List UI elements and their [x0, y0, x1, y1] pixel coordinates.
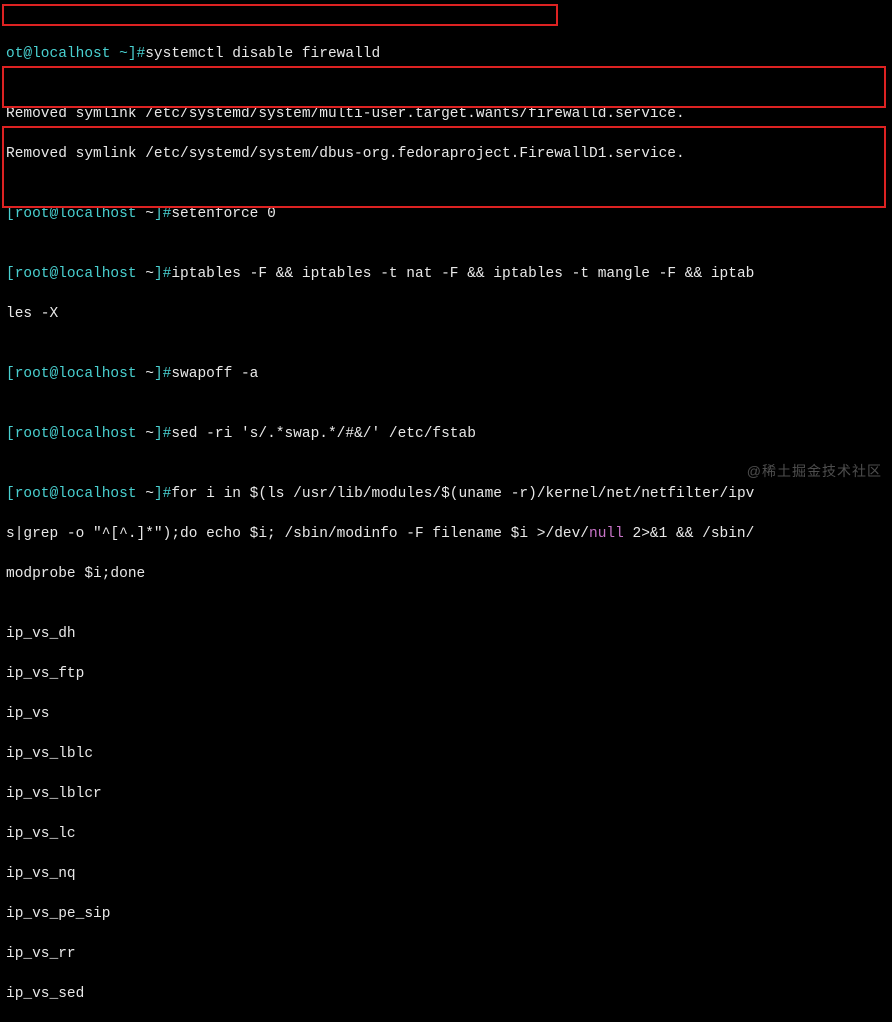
output-line: ip_vs_pe_sip [6, 906, 110, 922]
terminal-output[interactable]: ot@localhost ~]#systemctl disable firewa… [6, 4, 886, 1022]
prompt-fragment: ot@localhost ~]# [6, 46, 145, 62]
prompt: [root@localhost ~]# [6, 426, 171, 442]
output-line: ip_vs_lblcr [6, 786, 102, 802]
output-line: ip_vs_lblc [6, 746, 93, 762]
output-line: ip_vs_lc [6, 826, 76, 842]
command-text: sed -ri 's/.*swap.*/#&/' /etc/fstab [171, 426, 476, 442]
command-text: iptables -F && iptables -t nat -F && ipt… [171, 266, 754, 282]
output-line: ip_vs_dh [6, 626, 76, 642]
watermark: @稀土掘金技术社区 [747, 461, 882, 481]
command-text: for i in $(ls /usr/lib/modules/$(uname -… [171, 486, 754, 502]
output-line: ip_vs_ftp [6, 666, 84, 682]
command-text: les -X [6, 306, 58, 322]
output-line: Removed symlink /etc/systemd/system/mult… [6, 106, 685, 122]
output-line: ip_vs_nq [6, 866, 76, 882]
command-text: systemctl disable firewalld [145, 46, 380, 62]
keyword-null: null [589, 526, 624, 542]
command-text: s|grep -o "^[^.]*");do echo $i; /sbin/mo… [6, 526, 754, 542]
output-line: ip_vs_rr [6, 946, 76, 962]
prompt: [root@localhost ~]# [6, 366, 171, 382]
prompt: [root@localhost ~]# [6, 206, 171, 222]
output-line: Removed symlink /etc/systemd/system/dbus… [6, 146, 685, 162]
command-text: swapoff -a [171, 366, 258, 382]
command-text: modprobe $i;done [6, 566, 145, 582]
command-text: setenforce 0 [171, 206, 275, 222]
prompt: [root@localhost ~]# [6, 266, 171, 282]
prompt: [root@localhost ~]# [6, 486, 171, 502]
output-line: ip_vs [6, 706, 50, 722]
output-line: ip_vs_sed [6, 986, 84, 1002]
